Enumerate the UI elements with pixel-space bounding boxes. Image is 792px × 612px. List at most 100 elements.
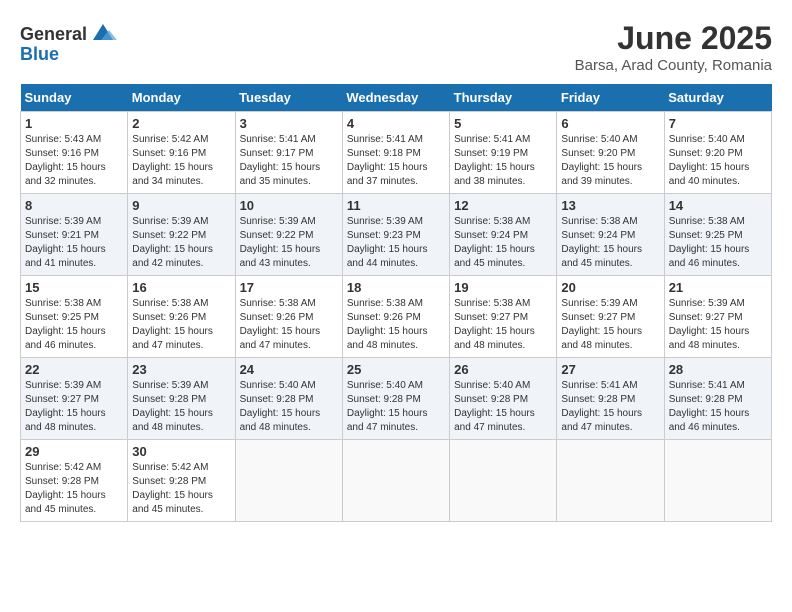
table-row [557,440,664,522]
day-number: 24 [240,362,338,377]
day-number: 6 [561,116,659,131]
month-title: June 2025 [575,20,772,57]
day-number: 16 [132,280,230,295]
logo-general-text: General [20,24,87,45]
table-row: 22 Sunrise: 5:39 AM Sunset: 9:27 PM Dayl… [21,358,128,440]
day-info: Sunrise: 5:40 AM Sunset: 9:20 PM Dayligh… [669,133,767,189]
table-row: 14 Sunrise: 5:38 AM Sunset: 9:25 PM Dayl… [664,194,771,276]
day-info: Sunrise: 5:38 AM Sunset: 9:24 PM Dayligh… [454,215,552,271]
day-info: Sunrise: 5:38 AM Sunset: 9:24 PM Dayligh… [561,215,659,271]
day-number: 8 [25,198,123,213]
day-info: Sunrise: 5:41 AM Sunset: 9:18 PM Dayligh… [347,133,445,189]
col-wednesday: Wednesday [342,84,449,112]
day-info: Sunrise: 5:39 AM Sunset: 9:27 PM Dayligh… [669,297,767,353]
calendar-row: 1 Sunrise: 5:43 AM Sunset: 9:16 PM Dayli… [21,112,772,194]
day-info: Sunrise: 5:42 AM Sunset: 9:28 PM Dayligh… [132,461,230,517]
day-info: Sunrise: 5:38 AM Sunset: 9:26 PM Dayligh… [240,297,338,353]
table-row: 4 Sunrise: 5:41 AM Sunset: 9:18 PM Dayli… [342,112,449,194]
day-info: Sunrise: 5:39 AM Sunset: 9:27 PM Dayligh… [561,297,659,353]
table-row: 1 Sunrise: 5:43 AM Sunset: 9:16 PM Dayli… [21,112,128,194]
table-row: 2 Sunrise: 5:42 AM Sunset: 9:16 PM Dayli… [128,112,235,194]
day-info: Sunrise: 5:39 AM Sunset: 9:22 PM Dayligh… [132,215,230,271]
day-info: Sunrise: 5:42 AM Sunset: 9:28 PM Dayligh… [25,461,123,517]
day-number: 4 [347,116,445,131]
table-row: 13 Sunrise: 5:38 AM Sunset: 9:24 PM Dayl… [557,194,664,276]
day-number: 9 [132,198,230,213]
title-area: June 2025 Barsa, Arad County, Romania [575,20,772,74]
day-number: 11 [347,198,445,213]
day-number: 5 [454,116,552,131]
table-row: 11 Sunrise: 5:39 AM Sunset: 9:23 PM Dayl… [342,194,449,276]
col-saturday: Saturday [664,84,771,112]
table-row: 24 Sunrise: 5:40 AM Sunset: 9:28 PM Dayl… [235,358,342,440]
day-info: Sunrise: 5:39 AM Sunset: 9:22 PM Dayligh… [240,215,338,271]
calendar-row: 29 Sunrise: 5:42 AM Sunset: 9:28 PM Dayl… [21,440,772,522]
table-row: 29 Sunrise: 5:42 AM Sunset: 9:28 PM Dayl… [21,440,128,522]
day-info: Sunrise: 5:39 AM Sunset: 9:21 PM Dayligh… [25,215,123,271]
day-info: Sunrise: 5:39 AM Sunset: 9:27 PM Dayligh… [25,379,123,435]
day-info: Sunrise: 5:40 AM Sunset: 9:28 PM Dayligh… [240,379,338,435]
logo: General Blue [20,20,117,65]
day-number: 13 [561,198,659,213]
day-number: 7 [669,116,767,131]
day-number: 18 [347,280,445,295]
col-sunday: Sunday [21,84,128,112]
table-row: 25 Sunrise: 5:40 AM Sunset: 9:28 PM Dayl… [342,358,449,440]
day-number: 23 [132,362,230,377]
table-row: 7 Sunrise: 5:40 AM Sunset: 9:20 PM Dayli… [664,112,771,194]
table-row: 12 Sunrise: 5:38 AM Sunset: 9:24 PM Dayl… [450,194,557,276]
day-info: Sunrise: 5:39 AM Sunset: 9:28 PM Dayligh… [132,379,230,435]
table-row: 8 Sunrise: 5:39 AM Sunset: 9:21 PM Dayli… [21,194,128,276]
table-row: 20 Sunrise: 5:39 AM Sunset: 9:27 PM Dayl… [557,276,664,358]
day-info: Sunrise: 5:38 AM Sunset: 9:26 PM Dayligh… [347,297,445,353]
calendar-row: 22 Sunrise: 5:39 AM Sunset: 9:27 PM Dayl… [21,358,772,440]
table-row: 21 Sunrise: 5:39 AM Sunset: 9:27 PM Dayl… [664,276,771,358]
day-number: 25 [347,362,445,377]
day-number: 12 [454,198,552,213]
day-number: 21 [669,280,767,295]
table-row: 17 Sunrise: 5:38 AM Sunset: 9:26 PM Dayl… [235,276,342,358]
day-number: 20 [561,280,659,295]
table-row: 28 Sunrise: 5:41 AM Sunset: 9:28 PM Dayl… [664,358,771,440]
day-number: 22 [25,362,123,377]
day-number: 26 [454,362,552,377]
table-row: 19 Sunrise: 5:38 AM Sunset: 9:27 PM Dayl… [450,276,557,358]
day-info: Sunrise: 5:40 AM Sunset: 9:20 PM Dayligh… [561,133,659,189]
day-number: 1 [25,116,123,131]
day-info: Sunrise: 5:43 AM Sunset: 9:16 PM Dayligh… [25,133,123,189]
table-row: 27 Sunrise: 5:41 AM Sunset: 9:28 PM Dayl… [557,358,664,440]
table-row: 23 Sunrise: 5:39 AM Sunset: 9:28 PM Dayl… [128,358,235,440]
col-tuesday: Tuesday [235,84,342,112]
day-info: Sunrise: 5:41 AM Sunset: 9:17 PM Dayligh… [240,133,338,189]
calendar-row: 15 Sunrise: 5:38 AM Sunset: 9:25 PM Dayl… [21,276,772,358]
table-row: 3 Sunrise: 5:41 AM Sunset: 9:17 PM Dayli… [235,112,342,194]
day-info: Sunrise: 5:41 AM Sunset: 9:28 PM Dayligh… [561,379,659,435]
table-row [664,440,771,522]
location-subtitle: Barsa, Arad County, Romania [575,57,772,74]
table-row: 5 Sunrise: 5:41 AM Sunset: 9:19 PM Dayli… [450,112,557,194]
day-number: 2 [132,116,230,131]
header: General Blue June 2025 Barsa, Arad Count… [20,20,772,74]
table-row [342,440,449,522]
day-info: Sunrise: 5:38 AM Sunset: 9:27 PM Dayligh… [454,297,552,353]
day-info: Sunrise: 5:38 AM Sunset: 9:26 PM Dayligh… [132,297,230,353]
day-number: 3 [240,116,338,131]
col-friday: Friday [557,84,664,112]
table-row: 26 Sunrise: 5:40 AM Sunset: 9:28 PM Dayl… [450,358,557,440]
calendar-table: Sunday Monday Tuesday Wednesday Thursday… [20,84,772,522]
day-info: Sunrise: 5:40 AM Sunset: 9:28 PM Dayligh… [454,379,552,435]
day-info: Sunrise: 5:40 AM Sunset: 9:28 PM Dayligh… [347,379,445,435]
table-row: 15 Sunrise: 5:38 AM Sunset: 9:25 PM Dayl… [21,276,128,358]
day-number: 28 [669,362,767,377]
day-number: 27 [561,362,659,377]
table-row: 18 Sunrise: 5:38 AM Sunset: 9:26 PM Dayl… [342,276,449,358]
day-info: Sunrise: 5:41 AM Sunset: 9:19 PM Dayligh… [454,133,552,189]
day-info: Sunrise: 5:41 AM Sunset: 9:28 PM Dayligh… [669,379,767,435]
logo-blue-text: Blue [20,44,59,65]
col-monday: Monday [128,84,235,112]
day-info: Sunrise: 5:39 AM Sunset: 9:23 PM Dayligh… [347,215,445,271]
table-row: 6 Sunrise: 5:40 AM Sunset: 9:20 PM Dayli… [557,112,664,194]
day-number: 14 [669,198,767,213]
day-number: 29 [25,444,123,459]
table-row: 10 Sunrise: 5:39 AM Sunset: 9:22 PM Dayl… [235,194,342,276]
